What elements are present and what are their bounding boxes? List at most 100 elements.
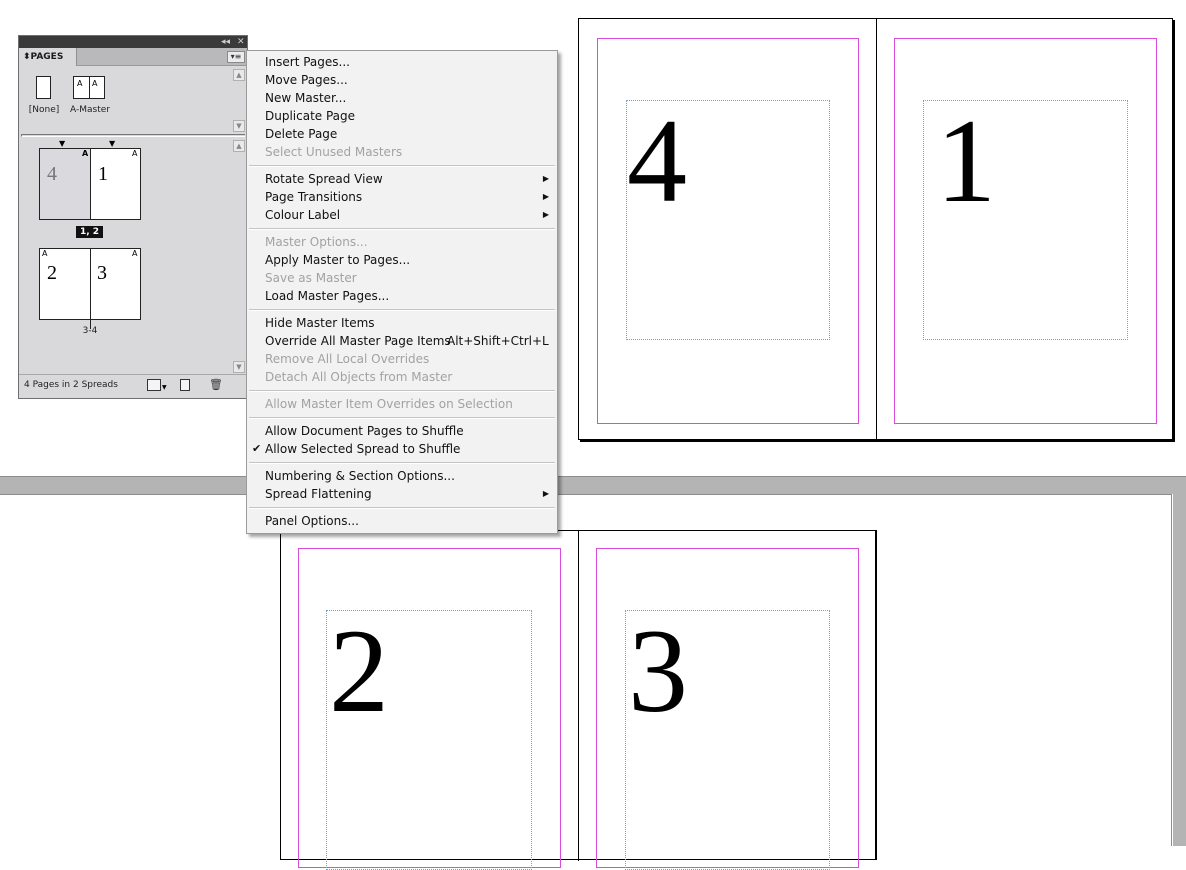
page-4-master-prefix: A [82, 149, 89, 158]
menu-item-label: Save as Master [265, 271, 357, 285]
menu-item-colour-label[interactable]: Colour Label ▶ [247, 206, 557, 224]
menu-item-allow-master-item-overrides-on-selection[interactable]: Allow Master Item Overrides on Selection [247, 395, 557, 413]
master-none-thumb[interactable] [36, 76, 51, 99]
pages-panel-menu: Insert Pages... Move Pages... New Master..… [246, 50, 558, 534]
page-4-thumb-number: 4 [47, 163, 57, 185]
page-2-thumb[interactable]: 2 A [40, 249, 90, 319]
menu-item-select-unused-masters[interactable]: Select Unused Masters [247, 143, 557, 161]
menu-item-label: Override All Master Page Items [265, 334, 451, 348]
master-a-thumb[interactable]: A A [73, 76, 105, 99]
menu-item-label: Colour Label [265, 208, 341, 222]
close-icon[interactable]: ✕ [237, 36, 245, 48]
menu-item-override-all-master-page-items[interactable]: Override All Master Page Items Alt+Shift+… [247, 332, 557, 350]
panel-status-bar: 4 Pages in 2 Spreads ▼ 🗑 [19, 374, 247, 398]
panel-title-bar[interactable]: ◂◂ ✕ [19, 36, 247, 48]
menu-item-numbering-section-options[interactable]: Numbering & Section Options... [247, 467, 557, 485]
menu-separator [249, 462, 555, 464]
tab-pages-label: PAGES [30, 52, 64, 62]
spread-1[interactable]: 4 1 [578, 18, 1173, 440]
menu-item-load-master-pages[interactable]: Load Master Pages... [247, 287, 557, 305]
masters-scroll-up[interactable]: ▲ [233, 69, 245, 81]
text-frame-page-4[interactable]: 4 [626, 100, 830, 340]
menu-item-page-transitions[interactable]: Page Transitions ▶ [247, 188, 557, 206]
page-1-thumb-number: 1 [98, 163, 108, 185]
menu-separator [249, 228, 555, 230]
pages-scroll-up[interactable]: ▲ [233, 140, 245, 152]
menu-item-new-master[interactable]: New Master... [247, 89, 557, 107]
dropdown-arrow-icon: ▼ [162, 384, 167, 391]
menu-item-allow-selected-spread-to-shuffle[interactable]: ✔ Allow Selected Spread to Shuffle [247, 440, 557, 458]
edit-page-size-icon[interactable] [147, 379, 161, 391]
page-number-2: 2 [329, 604, 389, 737]
menu-separator [249, 390, 555, 392]
menu-item-save-as-master[interactable]: Save as Master [247, 269, 557, 287]
menu-separator [249, 165, 555, 167]
spread-1-label: 1, 2 [76, 226, 103, 238]
menu-item-label: Panel Options... [265, 514, 359, 528]
master-a-right-prefix: A [92, 79, 98, 88]
delete-page-icon[interactable]: 🗑 [209, 378, 223, 391]
masters-scroll-down[interactable]: ▼ [233, 120, 245, 132]
master-a-spine [89, 77, 90, 98]
menu-item-detach-all-objects-from-master[interactable]: Detach All Objects from Master [247, 368, 557, 386]
submenu-arrow-icon: ▶ [542, 489, 549, 498]
menu-item-remove-all-local-overrides[interactable]: Remove All Local Overrides [247, 350, 557, 368]
spread-2-pages[interactable]: 2 A 3 A [39, 248, 141, 329]
menu-item-label: Hide Master Items [265, 316, 375, 330]
menu-item-label: Spread Flattening [265, 487, 372, 501]
menu-item-allow-document-pages-to-shuffle[interactable]: Allow Document Pages to Shuffle [247, 422, 557, 440]
menu-item-hide-master-items[interactable]: Hide Master Items [247, 314, 557, 332]
spread-2[interactable]: 2 3 [280, 530, 877, 870]
checkmark-icon: ✔ [252, 442, 262, 455]
spread-thumb-2[interactable]: 2 A 3 A 3-4 [39, 248, 141, 340]
text-frame-page-3[interactable]: 3 [625, 610, 830, 870]
menu-item-label: Rotate Spread View [265, 172, 383, 186]
menu-item-move-pages[interactable]: Move Pages... [247, 71, 557, 89]
page-3-thumb[interactable]: 3 A [91, 249, 140, 319]
text-frame-page-1[interactable]: 1 [923, 100, 1128, 340]
menu-item-rotate-spread-view[interactable]: Rotate Spread View ▶ [247, 170, 557, 188]
spread-1-pages[interactable]: 4 A 1 A [39, 148, 141, 220]
section-divider[interactable] [21, 134, 245, 137]
menu-item-label: Apply Master to Pages... [265, 253, 411, 267]
menu-item-label: Insert Pages... [265, 55, 350, 69]
menu-separator [249, 417, 555, 419]
master-a-label: A-Master [70, 105, 110, 115]
new-page-icon[interactable] [180, 379, 190, 391]
spread-thumb-1[interactable]: ▼ ▼ 4 A 1 A 1, 2 [39, 140, 141, 250]
menu-item-label: Allow Master Item Overrides on Selection [265, 397, 513, 411]
menu-item-label: Numbering & Section Options... [265, 469, 455, 483]
pages-scroll-down[interactable]: ▼ [233, 361, 245, 373]
submenu-arrow-icon: ▶ [542, 174, 549, 183]
page-4-thumb[interactable]: 4 A [40, 149, 90, 219]
menu-item-apply-master-to-pages[interactable]: Apply Master to Pages... [247, 251, 557, 269]
menu-item-label: Allow Document Pages to Shuffle [265, 424, 464, 438]
menu-item-insert-pages[interactable]: Insert Pages... [247, 53, 557, 71]
page-arrow-icon: ▼ [59, 139, 66, 148]
collapse-icon[interactable]: ◂◂ [221, 36, 230, 48]
menu-item-master-options[interactable]: Master Options... [247, 233, 557, 251]
menu-item-label: New Master... [265, 91, 347, 105]
menu-item-label: Delete Page [265, 127, 338, 141]
menu-item-delete-page[interactable]: Delete Page [247, 125, 557, 143]
page-1-thumb[interactable]: 1 A [91, 149, 140, 219]
menu-item-shortcut: Alt+Shift+Ctrl+L [447, 334, 549, 348]
spread-2-label: 3-4 [82, 326, 98, 336]
panel-menu-button[interactable]: ▾≡ [227, 51, 245, 63]
menu-item-label: Move Pages... [265, 73, 348, 87]
page-3-master-prefix: A [132, 249, 138, 258]
menu-item-label: Remove All Local Overrides [265, 352, 430, 366]
menu-item-panel-options[interactable]: Panel Options... [247, 512, 557, 530]
menu-item-duplicate-page[interactable]: Duplicate Page [247, 107, 557, 125]
tab-pages[interactable]: ⬍PAGES [19, 48, 77, 66]
master-none-label: [None] [28, 105, 60, 115]
page-count-status: 4 Pages in 2 Spreads [24, 380, 118, 390]
menu-item-label: Page Transitions [265, 190, 363, 204]
text-frame-page-2[interactable]: 2 [326, 610, 532, 870]
panel-tab-bar: ⬍PAGES ▾≡ [19, 48, 247, 66]
pages-panel: ◂◂ ✕ ⬍PAGES ▾≡ [None] A A A-Master ▲ ▼ ▲… [18, 35, 248, 399]
menu-item-spread-flattening[interactable]: Spread Flattening ▶ [247, 485, 557, 503]
tab-arrows-icon: ⬍ [23, 52, 31, 62]
page-2-master-prefix: A [42, 249, 48, 258]
pasteboard-edge [1173, 494, 1186, 846]
